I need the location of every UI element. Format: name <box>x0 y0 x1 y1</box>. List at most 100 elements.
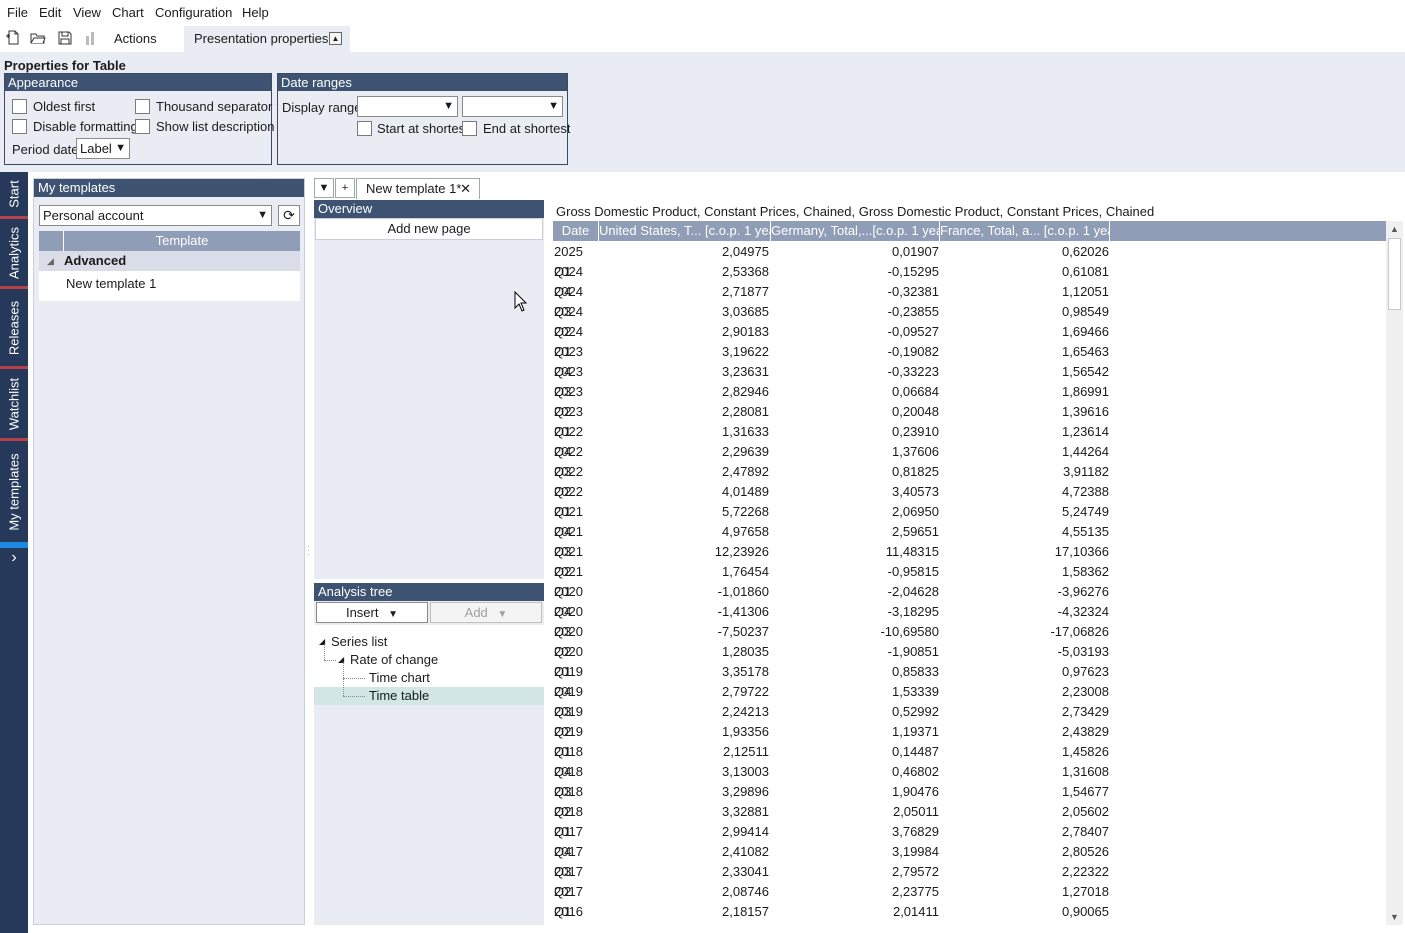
table-row[interactable]: 2020 Q3 -1,41306 -3,18295 -4,32324 <box>553 602 1113 639</box>
cell-united-states: 3,29896 <box>722 784 769 799</box>
tab-list-button[interactable]: ▼ <box>314 178 334 198</box>
table-row[interactable]: 2019 Q4 3,35178 0,85833 0,97623 <box>553 662 1113 699</box>
disable-formatting-checkbox[interactable] <box>12 119 27 134</box>
template-column-header[interactable]: Template <box>64 231 300 251</box>
menu-chart[interactable]: Chart <box>112 5 144 20</box>
table-row[interactable]: 2018 Q4 2,12511 0,14487 1,45826 <box>553 742 1113 779</box>
table-row[interactable]: 2023 Q1 2,28081 0,20048 1,39616 <box>553 402 1113 439</box>
table-row[interactable]: 2017 Q1 2,08746 2,23775 1,27018 <box>553 882 1113 919</box>
table-row[interactable]: 2019 Q1 1,93356 1,19371 2,43829 <box>553 722 1113 759</box>
template-group-advanced[interactable]: ◢ Advanced <box>39 251 300 271</box>
table-row[interactable]: 2024 Q1 2,90183 -0,09527 1,69466 <box>553 322 1113 359</box>
cell-germany: 0,14487 <box>892 744 939 759</box>
period-date-select[interactable]: Label ▼ <box>76 138 130 159</box>
period-date-label: Period date <box>12 142 79 157</box>
column-header-united-states[interactable]: United States, T... [c.o.p. 1 year] <box>599 221 771 241</box>
vertical-scrollbar[interactable]: ▲ ▼ <box>1386 221 1403 925</box>
table-row[interactable]: 2017 Q4 2,99414 3,76829 2,78407 <box>553 822 1113 859</box>
menu-file[interactable]: File <box>7 5 28 20</box>
tree-node-rate-of-change[interactable]: Rate of change <box>350 651 438 669</box>
close-icon[interactable]: ✕ <box>460 179 471 199</box>
table-row[interactable]: 2018 Q1 3,32881 2,05011 2,05602 <box>553 802 1113 839</box>
template-row[interactable]: New template 1 <box>39 271 300 297</box>
menu-edit[interactable]: Edit <box>39 5 61 20</box>
display-range-start-select[interactable]: ▼ <box>357 96 458 117</box>
table-row[interactable]: 2024 Q4 2,53368 -0,15295 0,61081 <box>553 262 1113 299</box>
table-row[interactable]: 2021 Q1 1,76454 -0,95815 1,58362 <box>553 562 1113 599</box>
account-select[interactable]: Personal account ▼ <box>39 205 272 226</box>
refresh-button[interactable]: ⟳ <box>278 205 300 226</box>
side-tab-watchlist-label: Watchlist <box>6 377 22 431</box>
collapse-icon[interactable]: ▲ <box>329 32 342 45</box>
column-header-germany[interactable]: Germany, Total,...[c.o.p. 1 year] <box>771 221 940 241</box>
cell-france: -4,32324 <box>1057 604 1109 619</box>
table-row[interactable]: 2024 Q3 2,71877 -0,32381 1,12051 <box>553 282 1113 319</box>
table-row[interactable]: 2023 Q3 3,23631 -0,33223 1,56542 <box>553 362 1113 399</box>
side-tab-releases[interactable]: Releases <box>0 290 28 366</box>
end-at-shortest-checkbox[interactable] <box>462 121 477 136</box>
cell-france: -17,06826 <box>1050 624 1109 639</box>
add-tab-button[interactable]: + <box>335 178 355 198</box>
actions-tab[interactable]: Actions <box>104 26 167 52</box>
scroll-down-icon[interactable]: ▼ <box>1386 909 1403 925</box>
tab-label: New template 1* <box>366 181 462 196</box>
add-button[interactable]: Add ▼ <box>430 602 542 623</box>
thousand-separator-checkbox[interactable] <box>135 99 150 114</box>
table-row[interactable]: 2024 Q2 3,03685 -0,23855 0,98549 <box>553 302 1113 339</box>
expand-rail-button[interactable]: › <box>0 548 28 568</box>
tree-node-time-chart[interactable]: Time chart <box>369 669 430 687</box>
column-header-france[interactable]: France, Total, a... [c.o.p. 1 year] <box>940 221 1110 241</box>
show-list-description-checkbox[interactable] <box>135 119 150 134</box>
side-tab-analytics[interactable]: Analytics <box>0 220 28 286</box>
table-row[interactable]: 2023 Q4 3,19622 -0,19082 1,65463 <box>553 342 1113 379</box>
side-tab-watchlist[interactable]: Watchlist <box>0 370 28 438</box>
table-row[interactable]: 2020 Q1 1,28035 -1,90851 -5,03193 <box>553 642 1113 679</box>
template-name: New template 1 <box>66 276 157 291</box>
table-row[interactable]: 2022 Q2 2,47892 0,81825 3,91182 <box>553 462 1113 499</box>
collapse-triangle-icon[interactable]: ◢ <box>47 251 54 271</box>
table-header-row: Date United States, T... [c.o.p. 1 year]… <box>553 221 1386 241</box>
table-row[interactable]: 2022 Q3 2,29639 1,37606 1,44264 <box>553 442 1113 479</box>
splitter-handle[interactable]: · · · <box>307 543 311 559</box>
scroll-up-icon[interactable]: ▲ <box>1386 221 1403 237</box>
chart-bars-icon[interactable] <box>82 30 100 48</box>
new-document-icon[interactable] <box>4 30 22 48</box>
table-row[interactable]: 2021 Q2 12,23926 11,48315 17,10366 <box>553 542 1113 579</box>
table-row[interactable]: 2018 Q2 3,29896 1,90476 1,54677 <box>553 782 1113 819</box>
table-row[interactable]: 2019 Q2 2,24213 0,52992 2,73429 <box>553 702 1113 739</box>
presentation-properties-tab[interactable]: Presentation properties ▲ <box>184 26 350 52</box>
column-header-date[interactable]: Date <box>553 221 599 241</box>
table-row[interactable]: 2017 Q2 2,33041 2,79572 2,22322 <box>553 862 1113 899</box>
open-folder-icon[interactable] <box>29 30 47 48</box>
table-row[interactable]: 2017 Q3 2,41082 3,19984 2,80526 <box>553 842 1113 879</box>
table-row[interactable]: 2018 Q3 3,13003 0,46802 1,31608 <box>553 762 1113 799</box>
table-row[interactable]: 2021 Q3 4,97658 2,59651 4,55135 <box>553 522 1113 559</box>
tab-new-template[interactable]: New template 1* ✕ <box>356 178 480 199</box>
oldest-first-checkbox[interactable] <box>12 99 27 114</box>
insert-button[interactable]: Insert ▼ <box>316 602 428 623</box>
cell-france: 1,58362 <box>1062 564 1109 579</box>
cell-united-states: 3,03685 <box>722 304 769 319</box>
menu-configuration[interactable]: Configuration <box>155 5 232 20</box>
start-at-shortest-checkbox[interactable] <box>357 121 372 136</box>
table-row[interactable]: 2021 Q4 5,72268 2,06950 5,24749 <box>553 502 1113 539</box>
table-row[interactable]: 2020 Q4 -1,01860 -2,04628 -3,96276 <box>553 582 1113 619</box>
table-row[interactable]: 2019 Q3 2,79722 1,53339 2,23008 <box>553 682 1113 719</box>
side-tab-my-templates[interactable]: My templates <box>0 444 28 540</box>
table-row[interactable]: 2023 Q2 2,82946 0,06684 1,86991 <box>553 382 1113 419</box>
scrollbar-thumb[interactable] <box>1388 238 1401 310</box>
menu-view[interactable]: View <box>73 5 101 20</box>
display-range-end-select[interactable]: ▼ <box>462 96 563 117</box>
save-icon[interactable] <box>56 30 74 48</box>
table-row[interactable]: 2022 Q4 1,31633 0,23910 1,23614 <box>553 422 1113 459</box>
add-new-page-button[interactable]: Add new page <box>315 218 543 240</box>
table-row[interactable]: 2022 Q1 4,01489 3,40573 4,72388 <box>553 482 1113 519</box>
tree-node-series-list[interactable]: Series list <box>331 633 387 651</box>
menu-help[interactable]: Help <box>242 5 269 20</box>
table-row[interactable]: 2025 Q1 2,04975 0,01907 0,62026 <box>553 242 1113 279</box>
side-tab-start[interactable]: Start <box>0 172 28 216</box>
table-row[interactable]: 2016 Q4 2,18157 2,01411 0,90065 <box>553 902 1113 922</box>
table-row[interactable]: 2020 Q2 -7,50237 -10,69580 -17,06826 <box>553 622 1113 659</box>
tree-node-time-table[interactable]: Time table <box>369 687 429 705</box>
cell-france: 1,39616 <box>1062 404 1109 419</box>
